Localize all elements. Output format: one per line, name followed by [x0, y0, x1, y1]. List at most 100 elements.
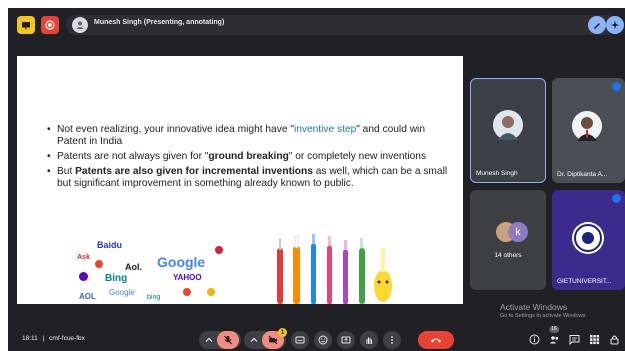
- shared-slide: Not even realizing, your innovative idea…: [17, 56, 463, 304]
- present-button[interactable]: [337, 331, 355, 349]
- logo-dot: [207, 288, 215, 296]
- bullet-bold: ground breaking: [208, 151, 289, 162]
- participant-name: Munesh Singh: [476, 170, 518, 177]
- logo-text: Baidu: [97, 240, 123, 250]
- more-options-button[interactable]: [383, 331, 401, 349]
- sparkle-icon: [611, 21, 619, 29]
- people-icon: [549, 335, 558, 343]
- bullet-item: Patents are not always given for "ground…: [47, 151, 457, 163]
- bullet-highlight: inventive step: [293, 124, 357, 135]
- grid-icon: [589, 334, 599, 344]
- toothbrush-image: [277, 234, 392, 304]
- avatar-letter: k: [508, 222, 528, 242]
- others-count: 14 others: [494, 252, 522, 259]
- person-icon: [498, 116, 518, 140]
- bullet-text: But: [57, 166, 76, 177]
- logo-text: AOL: [79, 292, 96, 301]
- slide-bullets: Not even realizing, your innovative idea…: [47, 124, 457, 193]
- people-button[interactable]: 16: [548, 326, 560, 345]
- host-controls-button[interactable]: [608, 333, 620, 345]
- recording-button[interactable]: [41, 16, 59, 34]
- logo-text: Google: [157, 254, 206, 270]
- meet-window: Munesh Singh (Presenting, annotating) No…: [8, 8, 625, 351]
- video-options-button[interactable]: [246, 331, 262, 349]
- logo-dot: [215, 246, 223, 254]
- more-vert-icon: [391, 336, 393, 344]
- audio-options-button[interactable]: [201, 331, 217, 349]
- meeting-info: 18:11 | cmf-fcue-fbx: [22, 335, 85, 342]
- speaking-indicator: [612, 194, 621, 203]
- meeting-details-button[interactable]: [528, 333, 540, 345]
- activities-button[interactable]: [588, 333, 600, 345]
- hang-up-icon: [431, 338, 441, 343]
- participant-name: GIETUNIVERSIT...: [557, 278, 612, 285]
- participant-name: Dr. Diptikanta A...: [557, 171, 608, 178]
- reactions-button[interactable]: [314, 331, 332, 349]
- logo-text: Ask: [77, 254, 90, 261]
- mic-toggle-button[interactable]: [217, 331, 239, 349]
- bullet-text: " or completely new inventions: [288, 151, 427, 162]
- captions-icon: [295, 336, 305, 344]
- emoji-icon: [318, 335, 328, 345]
- bullet-text: Not even realizing, your innovative idea…: [57, 124, 294, 135]
- people-count: 16: [549, 326, 559, 333]
- person-icon: [76, 21, 84, 29]
- presenter-avatar: [72, 17, 88, 33]
- chat-button[interactable]: [568, 333, 580, 345]
- raise-hand-button[interactable]: [360, 331, 378, 349]
- presentation-icon: [22, 22, 30, 30]
- bullet-bold: Patents are also given for incremental i…: [75, 166, 313, 177]
- activate-windows-watermark: Activate Windows Go to Settings to activ…: [500, 302, 587, 319]
- search-engine-logos: Baidu Google Aol. Bing YAHOO Google AOL …: [75, 236, 235, 304]
- others-tile[interactable]: k 14 others: [470, 190, 546, 290]
- leave-call-button[interactable]: [418, 331, 454, 349]
- logo-text: Google: [109, 288, 135, 297]
- logo-dot: [79, 272, 88, 281]
- effects-button[interactable]: [606, 16, 624, 34]
- watermark-title: Activate Windows: [500, 302, 568, 312]
- presenter-banner: Munesh Singh (Presenting, annotating): [66, 15, 624, 35]
- present-icon: [341, 336, 351, 344]
- emblem-icon: [574, 224, 602, 252]
- separator: |: [42, 335, 45, 342]
- watermark-subtitle: Go to Settings to activate Windows.: [500, 313, 587, 319]
- microphone-control: [199, 331, 241, 349]
- participant-tile[interactable]: Munesh Singh: [470, 78, 546, 183]
- chat-icon: [569, 334, 579, 345]
- chevron-up-icon: [205, 337, 213, 342]
- speaking-indicator: [612, 82, 621, 91]
- hand-icon: [366, 337, 372, 344]
- presenter-text: Munesh Singh (Presenting, annotating): [94, 19, 225, 26]
- participant-video: [572, 111, 602, 141]
- logo-text: YAHOO: [173, 273, 202, 282]
- camera-control: 1: [244, 328, 287, 349]
- camera-off-icon: [268, 335, 278, 345]
- logo-text: Bing: [105, 273, 128, 284]
- university-logo: [572, 222, 604, 254]
- annotate-button[interactable]: [588, 16, 606, 34]
- captions-button[interactable]: [291, 331, 309, 349]
- top-bar: Munesh Singh (Presenting, annotating): [8, 8, 625, 42]
- bullet-item: Not even realizing, your innovative idea…: [47, 124, 457, 148]
- bullet-item: But Patents are also given for increment…: [47, 166, 457, 190]
- camera-toggle-button[interactable]: 1: [262, 328, 287, 349]
- notification-badge: 1: [278, 328, 287, 337]
- pen-icon: [594, 23, 600, 29]
- logo-text: bing: [147, 294, 161, 301]
- meeting-code: cmf-fcue-fbx: [49, 335, 85, 342]
- logo-dot: [183, 288, 191, 296]
- info-icon: [529, 334, 539, 344]
- bottom-bar: 18:11 | cmf-fcue-fbx 1 16: [8, 326, 625, 351]
- logo-text: Aol.: [125, 262, 142, 272]
- lock-icon: [610, 335, 618, 344]
- participant-tile[interactable]: GIETUNIVERSIT...: [552, 190, 625, 290]
- participant-video: [493, 110, 523, 140]
- bullet-text: Patents are not always given for ": [57, 151, 209, 162]
- chevron-up-icon: [250, 337, 258, 342]
- participant-tile[interactable]: Dr. Diptikanta A...: [552, 78, 625, 183]
- present-screen-button[interactable]: [17, 16, 35, 34]
- person-icon: [577, 117, 597, 141]
- clock: 18:11: [22, 335, 38, 342]
- mic-off-icon: [224, 335, 232, 345]
- logo-dot: [95, 260, 103, 268]
